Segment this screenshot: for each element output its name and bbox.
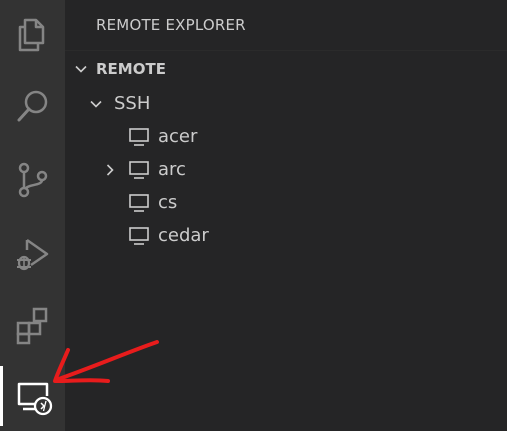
- search-button[interactable]: [0, 76, 65, 136]
- source-control-button[interactable]: [0, 150, 65, 210]
- chevron-right-icon[interactable]: [100, 160, 120, 180]
- host-row-cedar[interactable]: cedar: [65, 219, 507, 252]
- active-indicator: [0, 366, 3, 426]
- host-row-arc[interactable]: arc: [65, 153, 507, 186]
- remote-explorer-sidebar: REMOTE EXPLORER REMOTE SSH acer arc cs c…: [65, 0, 507, 431]
- host-label: cedar: [158, 225, 209, 246]
- host-row-acer[interactable]: acer: [65, 120, 507, 153]
- chevron-down-icon: [71, 59, 91, 79]
- ssh-group-label: SSH: [114, 93, 151, 114]
- sidebar-title: REMOTE EXPLORER: [96, 16, 246, 34]
- run-debug-button[interactable]: [0, 224, 65, 284]
- explorer-button[interactable]: [0, 4, 65, 64]
- extensions-button[interactable]: [0, 296, 65, 356]
- source-control-icon: [18, 162, 47, 198]
- chevron-down-icon: [86, 94, 106, 114]
- host-row-cs[interactable]: cs: [65, 186, 507, 219]
- host-label: acer: [158, 126, 198, 147]
- files-icon: [18, 18, 44, 52]
- host-label: cs: [158, 192, 178, 213]
- monitor-icon: [128, 159, 150, 181]
- run-debug-icon: [16, 238, 48, 271]
- remote-section-label: REMOTE: [96, 60, 166, 78]
- monitor-icon: [128, 192, 150, 214]
- activity-bar: [0, 0, 65, 431]
- monitor-icon: [128, 225, 150, 247]
- monitor-icon: [128, 126, 150, 148]
- remote-section-header[interactable]: REMOTE: [65, 50, 507, 87]
- remote-explorer-button[interactable]: [0, 366, 65, 426]
- search-icon: [17, 90, 47, 122]
- host-label: arc: [158, 159, 186, 180]
- ssh-group-row[interactable]: SSH: [65, 87, 507, 120]
- remote-explorer-icon: [17, 382, 52, 416]
- extensions-icon: [16, 307, 47, 345]
